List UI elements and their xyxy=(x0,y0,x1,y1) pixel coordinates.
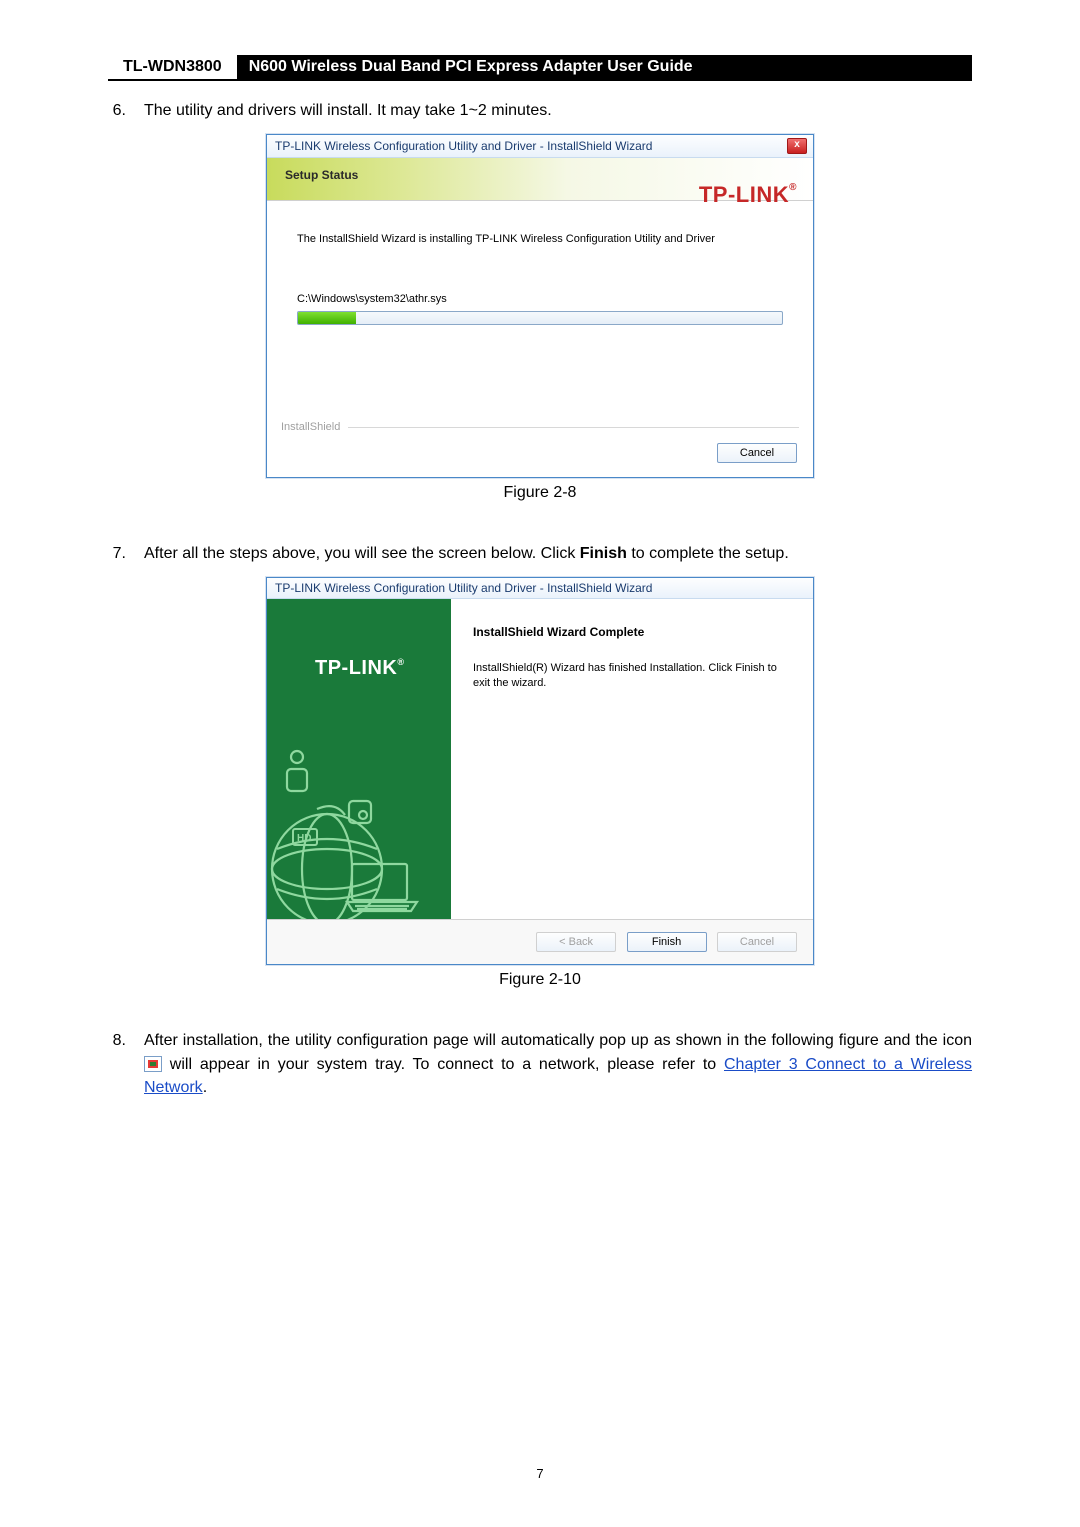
page-header: TL-WDN3800 N600 Wireless Dual Band PCI E… xyxy=(108,55,972,81)
step-8: 8. After installation, the utility confi… xyxy=(108,1029,972,1099)
step-text: After all the steps above, you will see … xyxy=(144,542,972,565)
step-text: After installation, the utility configur… xyxy=(144,1029,972,1099)
document-page: TL-WDN3800 N600 Wireless Dual Band PCI E… xyxy=(0,0,1080,1527)
progress-bar xyxy=(297,311,783,325)
cancel-button[interactable]: Cancel xyxy=(717,443,797,463)
globe-icon: HD xyxy=(267,739,451,919)
installshield-row: InstallShield xyxy=(267,421,813,433)
step-number: 7. xyxy=(108,542,144,565)
installshield-label: InstallShield xyxy=(281,421,348,433)
tray-icon xyxy=(144,1056,162,1072)
step-7: 7. After all the steps above, you will s… xyxy=(108,542,972,565)
side-graphic-panel: TP-LINK® xyxy=(267,599,451,919)
window-title: TP-LINK Wireless Configuration Utility a… xyxy=(275,139,652,153)
complete-text: InstallShield(R) Wizard has finished Ins… xyxy=(473,661,793,691)
step-number: 8. xyxy=(108,1029,144,1099)
right-content-panel: InstallShield Wizard Complete InstallShi… xyxy=(451,599,813,919)
window-title: TP-LINK Wireless Configuration Utility a… xyxy=(275,581,652,595)
installer-window-progress: TP-LINK Wireless Configuration Utility a… xyxy=(266,134,814,478)
brand-logo: TP-LINK® xyxy=(699,182,797,208)
page-number: 7 xyxy=(0,1466,1080,1481)
close-icon[interactable]: x xyxy=(787,138,807,154)
window-titlebar: TP-LINK Wireless Configuration Utility a… xyxy=(267,578,813,599)
svg-text:HD: HD xyxy=(297,833,311,844)
model-number: TL-WDN3800 xyxy=(108,55,237,79)
complete-heading: InstallShield Wizard Complete xyxy=(473,625,793,639)
guide-title: N600 Wireless Dual Band PCI Express Adap… xyxy=(237,55,972,79)
progress-fill xyxy=(298,312,356,324)
file-path: C:\Windows\system32\athr.sys xyxy=(267,245,813,311)
window-titlebar: TP-LINK Wireless Configuration Utility a… xyxy=(267,135,813,158)
figure-caption-1: Figure 2-8 xyxy=(108,484,972,502)
button-row: Cancel xyxy=(267,433,813,477)
step-6: 6. The utility and drivers will install.… xyxy=(108,99,972,122)
finish-button[interactable]: Finish xyxy=(627,932,707,952)
installer-window-complete: TP-LINK Wireless Configuration Utility a… xyxy=(266,577,814,965)
divider xyxy=(348,427,799,428)
button-row: < Back Finish Cancel xyxy=(267,919,813,964)
step-number: 6. xyxy=(108,99,144,122)
step-text: The utility and drivers will install. It… xyxy=(144,99,972,122)
setup-status-header: Setup Status TP-LINK® xyxy=(267,158,813,201)
figure-caption-2: Figure 2-10 xyxy=(108,971,972,989)
cancel-button[interactable]: Cancel xyxy=(717,932,797,952)
window-body: TP-LINK® xyxy=(267,599,813,919)
setup-status-label: Setup Status xyxy=(285,168,795,182)
brand-logo: TP-LINK® xyxy=(315,657,405,680)
back-button[interactable]: < Back xyxy=(536,932,616,952)
